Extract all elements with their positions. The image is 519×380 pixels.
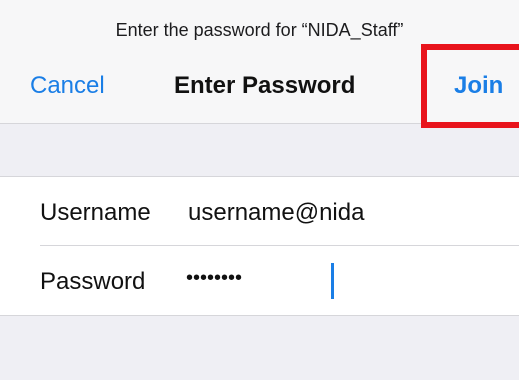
text-cursor: [331, 263, 334, 299]
page-title: Enter Password: [174, 72, 356, 99]
password-field[interactable]: ••••••••: [186, 267, 242, 290]
username-field[interactable]: username@nida: [188, 199, 364, 227]
password-row[interactable]: Password ••••••••: [0, 246, 519, 315]
network-password-prompt: Enter the password for “NIDA_Staff”: [115, 20, 404, 40]
password-label: Password: [40, 268, 146, 295]
join-button[interactable]: Join: [454, 72, 503, 100]
username-row[interactable]: Username username@nida: [0, 177, 519, 246]
navigation-bar: Enter the password for “NIDA_Staff” Canc…: [0, 0, 519, 124]
username-label: Username: [40, 199, 151, 226]
cancel-button[interactable]: Cancel: [30, 72, 105, 100]
credentials-form: Username username@nida Password ••••••••: [0, 176, 519, 316]
